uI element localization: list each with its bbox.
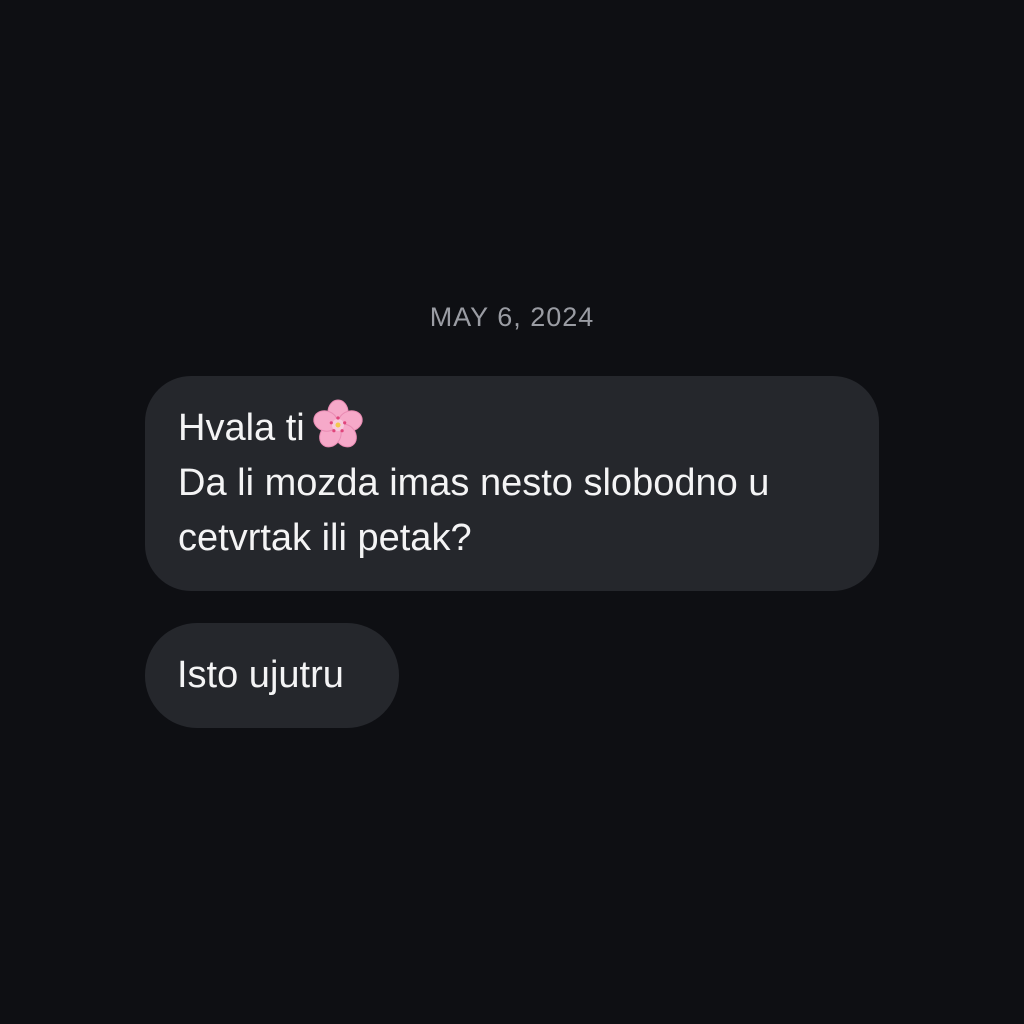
date-divider: MAY 6, 2024	[429, 302, 595, 332]
cherry-blossom-icon	[313, 399, 363, 448]
message-line: Da li mozda imas nesto slobodno u	[178, 462, 770, 504]
message-text: Hvala ti	[178, 407, 305, 449]
message-bubble[interactable]: Hvala ti Da li mozda imas nesto slobodno…	[145, 376, 879, 591]
message-line: Isto ujutru	[177, 654, 344, 696]
message-bubble[interactable]: Isto ujutru	[145, 623, 399, 728]
message-line: cetvrtak ili petak?	[178, 517, 472, 559]
chat-thread: MAY 6, 2024 Hvala ti Da li mozda imas ne…	[0, 0, 1024, 1024]
message-line: Hvala ti	[178, 398, 847, 456]
